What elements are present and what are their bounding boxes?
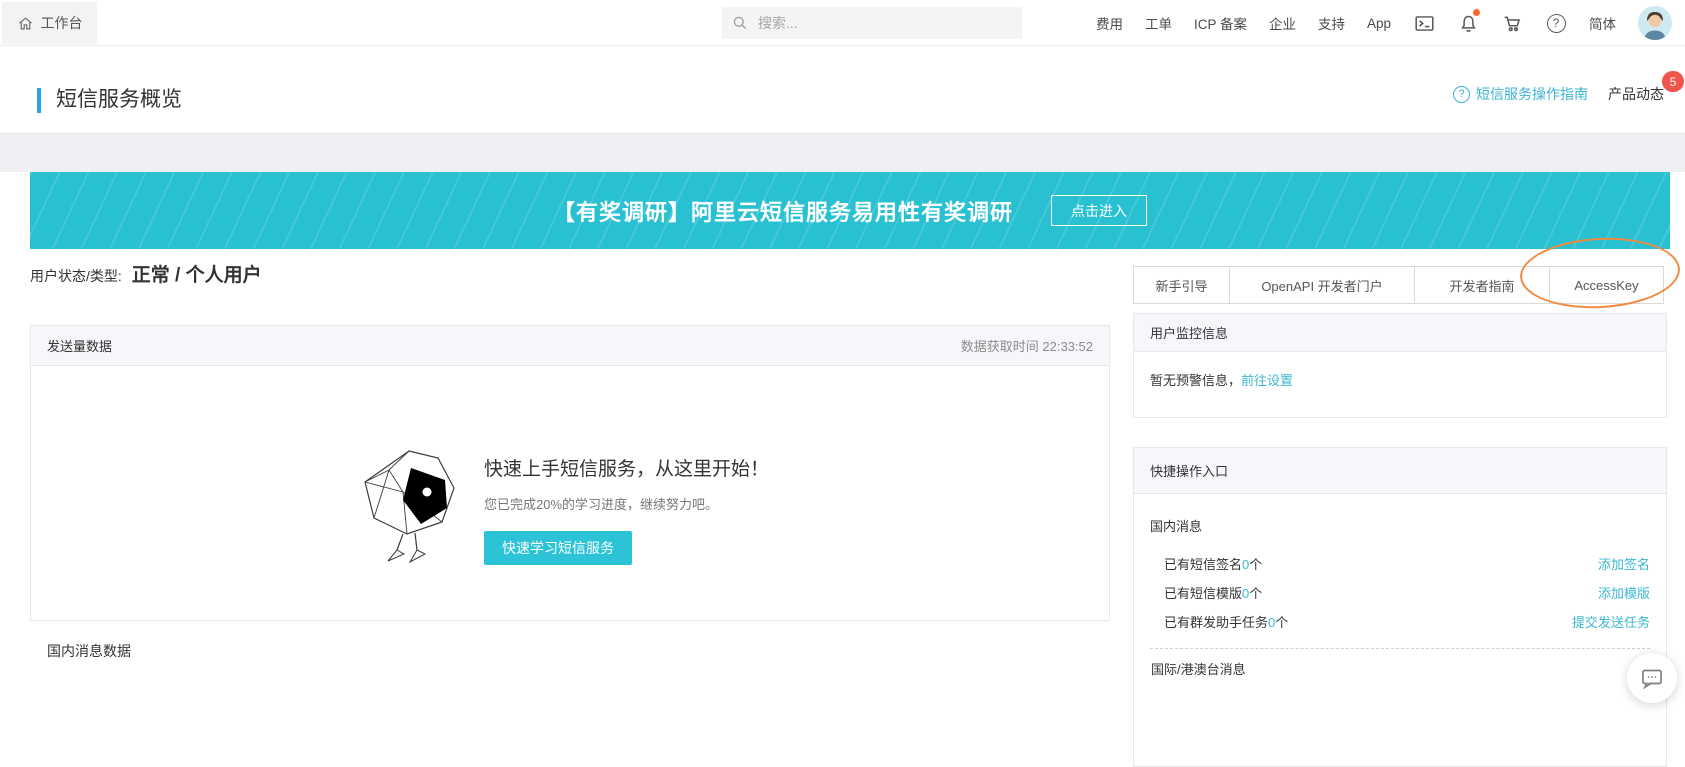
terminal-icon[interactable] (1413, 12, 1435, 34)
goto-settings-link[interactable]: 前往设置 (1241, 373, 1293, 388)
user-status-row: 用户状态/类型: 正常 / 个人用户 (30, 260, 262, 287)
product-news-label: 产品动态 (1608, 86, 1664, 102)
notification-dot (1473, 9, 1480, 16)
quick-ops-title: 快捷操作入口 (1150, 461, 1228, 480)
signature-count-text: 已有短信签名0个 (1164, 554, 1262, 573)
banner-enter-button[interactable]: 点击进入 (1051, 195, 1147, 226)
batch-task-count-text: 已有群发助手任务0个 (1164, 612, 1288, 631)
send-volume-card: 发送量数据 数据获取时间 22:33:52 快速上手短信服务，从这里开始！ 您已… (30, 325, 1110, 621)
quick-ops-rows: 已有短信签名0个 添加签名 已有短信模版0个 添加模版 已有群发助手任务0个 提… (1134, 535, 1666, 636)
template-count-text: 已有短信模版0个 (1164, 583, 1262, 602)
feedback-chat-button[interactable] (1627, 653, 1677, 703)
help-icon[interactable]: ? (1545, 12, 1567, 34)
user-status-label: 用户状态/类型: (30, 266, 122, 286)
signature-row: 已有短信签名0个 添加签名 (1164, 549, 1650, 578)
openapi-portal-button[interactable]: OpenAPI 开发者门户 (1229, 266, 1415, 304)
quick-link-button-group: 新手引导 OpenAPI 开发者门户 开发者指南 AccessKey (1133, 266, 1664, 304)
nav-item-enterprise[interactable]: 企业 (1269, 13, 1296, 33)
user-monitor-title: 用户监控信息 (1150, 323, 1228, 342)
product-news-badge: 5 (1662, 71, 1684, 92)
developer-guide-button[interactable]: 开发者指南 (1414, 266, 1550, 304)
beginner-guide-button[interactable]: 新手引导 (1133, 266, 1230, 304)
locale-switcher[interactable]: 简体 (1589, 13, 1616, 33)
nav-item-app[interactable]: App (1367, 16, 1391, 31)
quick-ops-card-header: 快捷操作入口 (1134, 448, 1666, 494)
guide-link[interactable]: ? 短信服务操作指南 (1453, 84, 1588, 104)
global-search (722, 7, 1022, 39)
robot-illustration (359, 448, 459, 566)
user-avatar[interactable] (1638, 6, 1672, 40)
send-volume-card-header: 发送量数据 数据获取时间 22:33:52 (31, 326, 1109, 366)
page-header: 短信服务概览 ? 短信服务操作指南 产品动态 5 (0, 46, 1685, 134)
page-background-band (0, 134, 1685, 172)
intl-section-title: 国际/港澳台消息 (1134, 649, 1666, 678)
add-template-link[interactable]: 添加模版 (1598, 583, 1650, 602)
nav-item-support[interactable]: 支持 (1318, 13, 1345, 33)
nav-item-icp[interactable]: ICP 备案 (1194, 13, 1247, 33)
next-section-title-partial: 国内消息数据 (47, 641, 131, 661)
template-row: 已有短信模版0个 添加模版 (1164, 578, 1650, 607)
page-title: 短信服务概览 (56, 83, 182, 113)
survey-banner: 【有奖调研】阿里云短信服务易用性有奖调研 点击进入 (30, 172, 1670, 249)
search-input[interactable] (756, 14, 1012, 32)
workbench-label: 工作台 (41, 13, 83, 33)
send-volume-title: 发送量数据 (47, 336, 112, 355)
learn-sms-button[interactable]: 快速学习短信服务 (484, 531, 632, 565)
product-news-link[interactable]: 产品动态 5 (1608, 84, 1670, 104)
quick-ops-card: 快捷操作入口 国内消息 已有短信签名0个 添加签名 已有短信模版0个 添加模版 … (1133, 447, 1667, 767)
user-monitor-card-header: 用户监控信息 (1134, 314, 1666, 352)
question-circle-icon: ? (1453, 86, 1470, 103)
domestic-section-title: 国内消息 (1134, 494, 1666, 535)
guide-link-label: 短信服务操作指南 (1476, 84, 1588, 104)
nav-item-billing[interactable]: 费用 (1096, 13, 1123, 33)
search-icon (732, 15, 748, 31)
user-monitor-card: 用户监控信息 暂无预警信息，前往设置 (1133, 313, 1667, 418)
nav-item-tickets[interactable]: 工单 (1145, 13, 1172, 33)
navbar-right: 费用 工单 ICP 备案 企业 支持 App (1096, 0, 1672, 46)
user-status-value: 正常 / 个人用户 (132, 260, 262, 287)
user-monitor-body: 暂无预警信息，前往设置 (1134, 352, 1666, 407)
batch-task-row: 已有群发助手任务0个 提交发送任务 (1164, 607, 1650, 636)
submit-send-task-link[interactable]: 提交发送任务 (1572, 612, 1650, 631)
add-signature-link[interactable]: 添加签名 (1598, 554, 1650, 573)
data-fetch-time: 数据获取时间 22:33:52 (961, 336, 1093, 355)
chat-bubble-icon (1640, 666, 1664, 690)
title-accent-bar (37, 88, 41, 113)
top-navbar: 工作台 费用 工单 ICP 备案 企业 支持 App (0, 0, 1685, 46)
cart-icon[interactable] (1501, 12, 1523, 34)
page-header-actions: ? 短信服务操作指南 产品动态 5 (1453, 84, 1670, 104)
notification-bell-icon[interactable] (1457, 12, 1479, 34)
banner-text: 【有奖调研】阿里云短信服务易用性有奖调研 (553, 195, 1013, 227)
workbench-button[interactable]: 工作台 (2, 2, 97, 44)
onboarding-title: 快速上手短信服务，从这里开始！ (484, 454, 769, 481)
sms-console-page: 工作台 费用 工单 ICP 备案 企业 支持 App (0, 0, 1685, 703)
no-alert-text: 暂无预警信息， (1150, 373, 1241, 388)
onboarding-progress-text: 您已完成20%的学习进度，继续努力吧。 (484, 494, 718, 513)
home-icon (17, 15, 34, 32)
accesskey-button[interactable]: AccessKey (1549, 266, 1664, 304)
